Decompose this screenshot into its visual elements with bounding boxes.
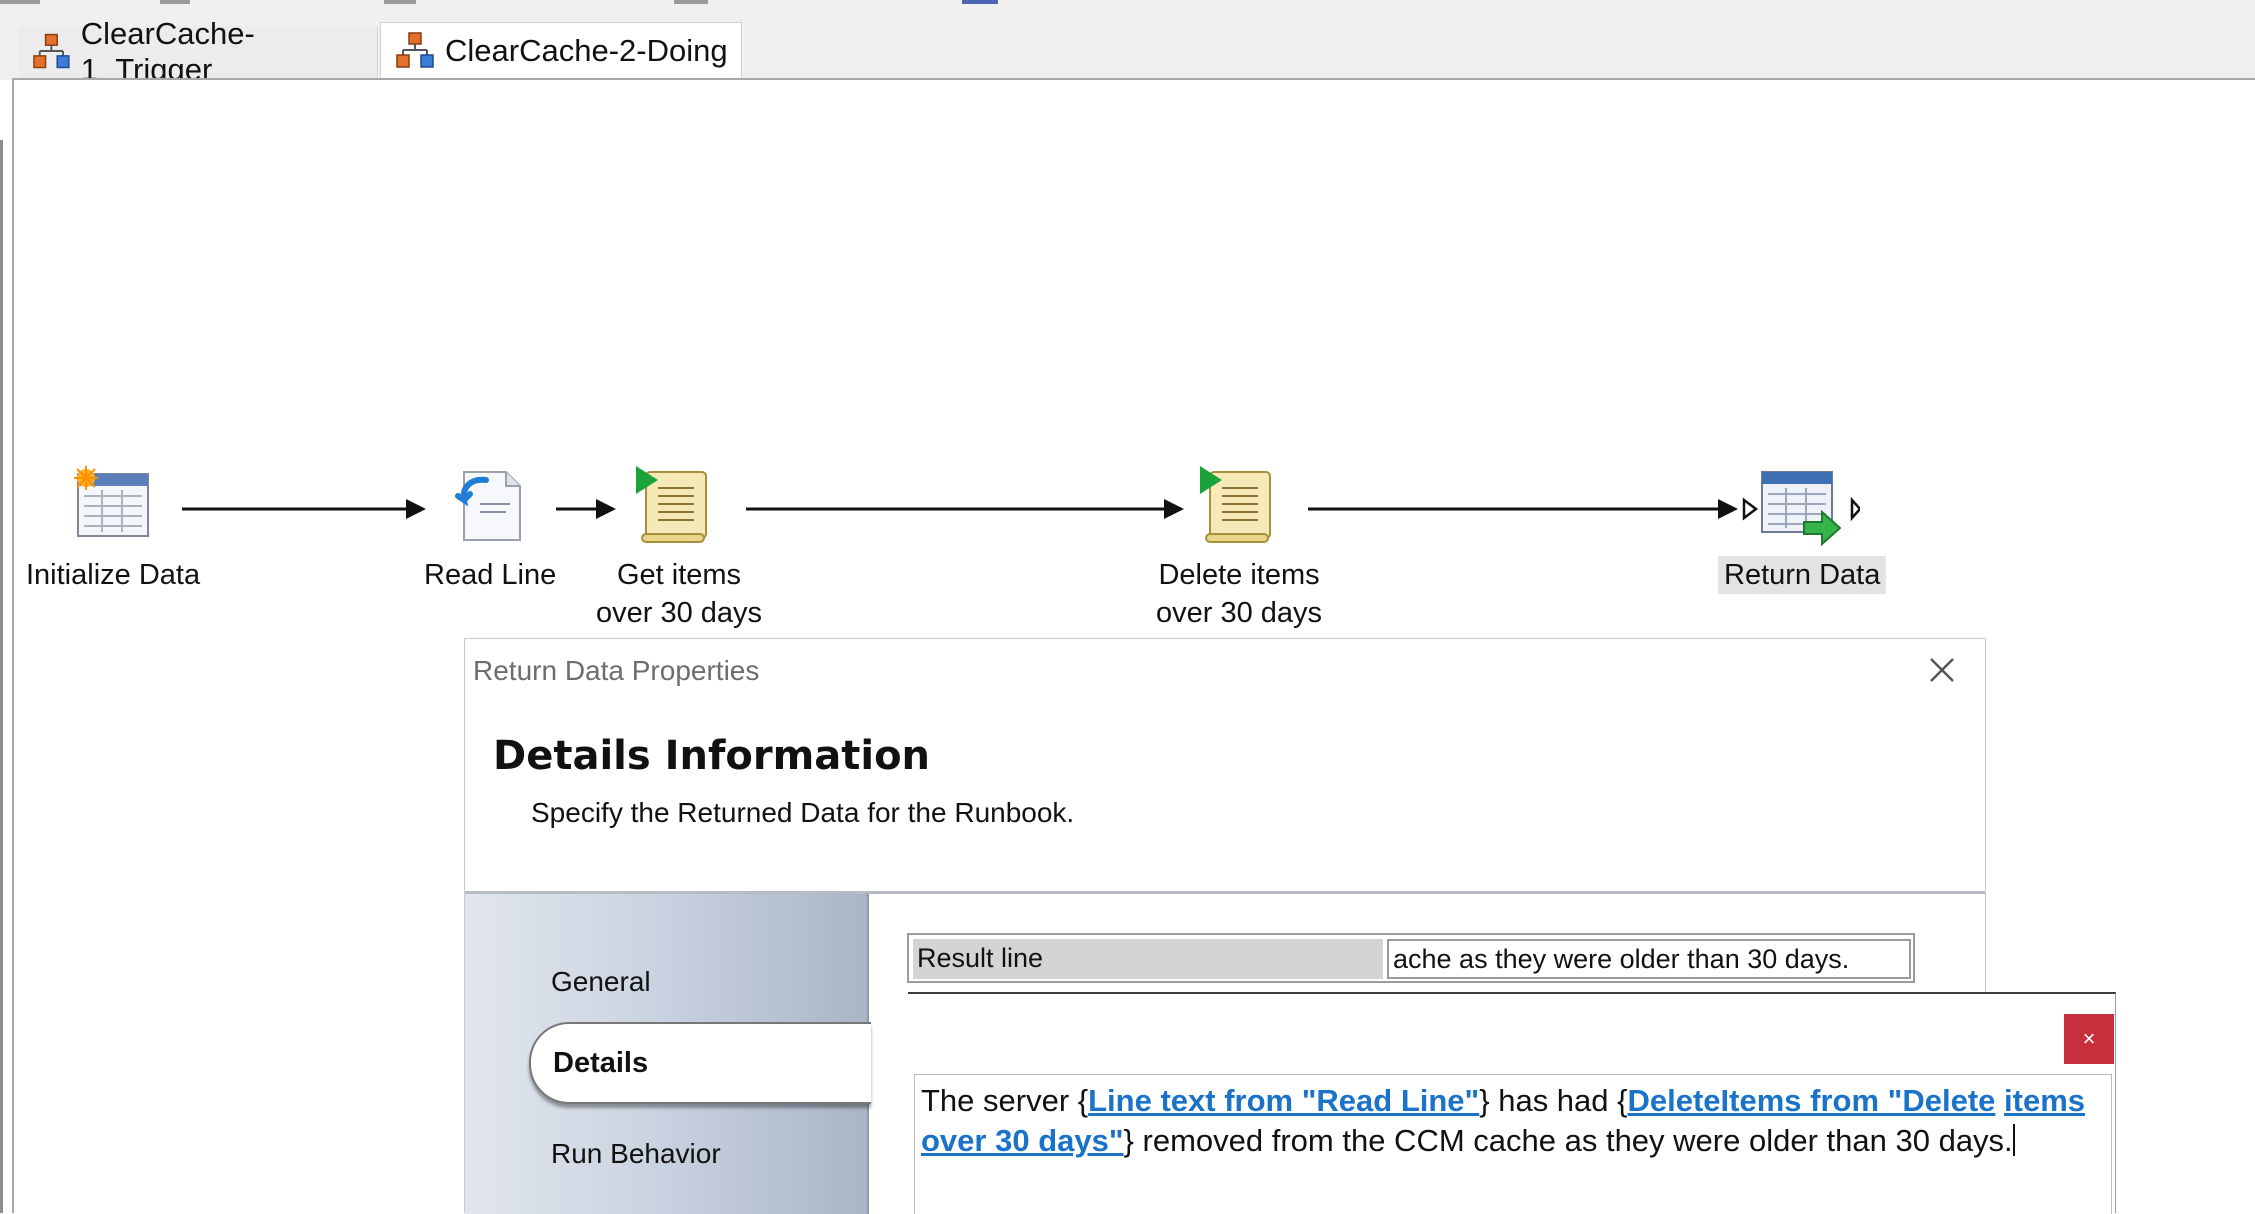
activity-label-read-line: Read Line bbox=[424, 559, 557, 591]
return-data-icon[interactable] bbox=[1756, 466, 1844, 548]
close-icon[interactable] bbox=[1925, 653, 1959, 687]
tab-bar: ClearCache-1_Trigger ClearCache-2-Doing bbox=[0, 0, 2255, 87]
nav-item-details[interactable]: Details bbox=[529, 1022, 871, 1104]
published-data-link-delete-items[interactable]: DeleteItems from "Delete bbox=[1628, 1083, 1996, 1118]
table-header-result-line[interactable]: Result line bbox=[913, 939, 1383, 979]
activity-label-initialize-data: Initialize Data bbox=[26, 559, 201, 591]
script-icon[interactable] bbox=[632, 464, 716, 548]
editor-text: The server { bbox=[921, 1083, 1089, 1118]
expression-text-area[interactable]: The server {Line text from "Read Line"} … bbox=[914, 1074, 2112, 1214]
tab-clearcache-1-trigger[interactable]: ClearCache-1_Trigger bbox=[18, 16, 378, 87]
editor-text: } removed from the CCM cache as they wer… bbox=[1123, 1123, 1930, 1158]
nav-item-run-behavior[interactable]: Run Behavior bbox=[551, 1138, 721, 1170]
toolbar-remnant bbox=[384, 0, 416, 4]
dialog-nav-panel: General Details Run Behavior bbox=[465, 894, 871, 1214]
tab-label: ClearCache-2-Doing bbox=[445, 32, 728, 68]
label-line: over 30 days bbox=[1156, 597, 1323, 629]
runbook-icon bbox=[396, 31, 434, 68]
published-data-link-read-line[interactable]: Line text from "Read Line" bbox=[1088, 1083, 1479, 1118]
label-line: over 30 days bbox=[596, 597, 763, 629]
link-arrowhead bbox=[596, 499, 616, 519]
toolbar-remnant bbox=[0, 0, 40, 4]
dialog-title: Return Data Properties bbox=[473, 655, 760, 686]
activity-label-get-items: Get items over 30 days bbox=[596, 556, 762, 632]
read-line-icon[interactable] bbox=[450, 466, 530, 546]
dialog-subheading: Specify the Returned Data for the Runboo… bbox=[531, 797, 1075, 828]
initialize-data-icon[interactable] bbox=[72, 466, 152, 542]
editor-close-button[interactable]: × bbox=[2064, 1014, 2114, 1064]
link-arrowhead bbox=[406, 499, 426, 519]
editor-text: } has had { bbox=[1479, 1083, 1628, 1118]
tab-clearcache-2-doing[interactable]: ClearCache-2-Doing bbox=[380, 22, 742, 78]
label-line: Delete items bbox=[1158, 559, 1320, 591]
output-port-icon bbox=[1850, 496, 1860, 522]
script-icon[interactable] bbox=[1196, 464, 1280, 548]
window-edge bbox=[0, 140, 3, 1213]
toolbar-remnant bbox=[962, 0, 998, 4]
returned-data-table: Result line ache as they were older than… bbox=[907, 933, 1915, 983]
nav-item-general[interactable]: General bbox=[551, 966, 651, 998]
workflow-links bbox=[182, 496, 1860, 522]
dialog-heading: Details Information bbox=[493, 733, 931, 779]
link-arrowhead bbox=[1164, 499, 1184, 519]
table-value-result-line[interactable]: ache as they were older than 30 days. bbox=[1387, 939, 1911, 979]
toolbar-remnant bbox=[160, 0, 190, 4]
label-line: Get items bbox=[616, 559, 742, 591]
input-port-icon bbox=[1742, 497, 1759, 521]
toolbar-remnant bbox=[674, 0, 708, 4]
activity-label-return-data: Return Data bbox=[1718, 556, 1887, 594]
activity-label-delete-items: Delete items over 30 days bbox=[1156, 556, 1322, 632]
link-arrowhead bbox=[1718, 499, 1738, 519]
runbook-icon bbox=[33, 33, 70, 69]
expression-editor-popup: × The server {Line text from "Read Line"… bbox=[908, 992, 2116, 1214]
editor-text: days. bbox=[1938, 1123, 2013, 1158]
text-caret bbox=[2012, 1124, 2015, 1156]
